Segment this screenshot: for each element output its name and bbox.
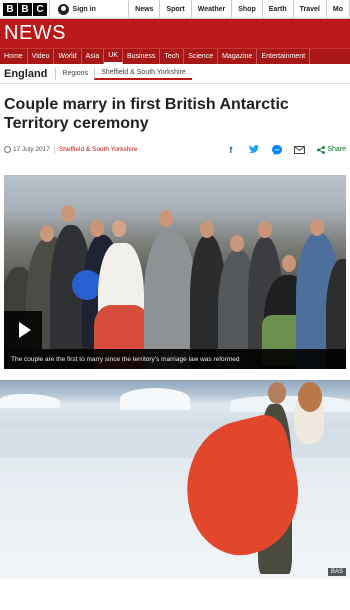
- section-science[interactable]: Science: [184, 49, 219, 64]
- topnav-earth[interactable]: Earth: [263, 0, 294, 18]
- article-region-link[interactable]: Sheffield & South Yorkshire: [59, 146, 138, 153]
- clock-icon: [4, 146, 11, 153]
- photo-credit: BAS: [327, 568, 346, 576]
- section-business[interactable]: Business: [123, 49, 161, 64]
- messenger-icon[interactable]: [271, 144, 282, 155]
- iceberg: [230, 396, 350, 412]
- share-label: Share: [327, 146, 346, 153]
- region-link-sheffield[interactable]: Sheffield & South Yorkshire: [94, 67, 192, 80]
- person-head: [112, 220, 126, 237]
- topnav-weather[interactable]: Weather: [192, 0, 233, 18]
- share-button[interactable]: Share: [317, 145, 346, 154]
- person-head: [159, 210, 173, 227]
- person-head: [40, 225, 54, 242]
- person-head: [230, 235, 244, 252]
- share-tools: f Share: [225, 144, 346, 155]
- top-nav: News Sport Weather Shop Earth Travel Mo: [129, 0, 350, 18]
- facebook-icon[interactable]: f: [225, 144, 236, 155]
- section-nav: Home Video World Asia UK Business Tech S…: [0, 48, 350, 64]
- news-masthead: NEWS: [0, 19, 350, 48]
- iceberg: [120, 388, 190, 410]
- article-meta: 17 July 2017 Sheffield & South Yorkshire…: [0, 133, 350, 155]
- bbc-logo[interactable]: B B C: [0, 0, 49, 18]
- twitter-icon[interactable]: [248, 144, 259, 155]
- email-icon[interactable]: [294, 144, 306, 155]
- person-head: [90, 220, 104, 237]
- video-caption: The couple are the first to marry since …: [4, 349, 346, 369]
- global-navigation: B B C Sign in News Sport Weather Shop Ea…: [0, 0, 350, 19]
- region-title[interactable]: England: [4, 68, 47, 80]
- section-uk[interactable]: UK: [104, 49, 123, 64]
- person-head: [61, 205, 75, 222]
- signin-link[interactable]: Sign in: [48, 0, 130, 18]
- bbc-logo-letter: B: [18, 2, 32, 16]
- play-button[interactable]: [4, 311, 42, 349]
- article-date: 17 July 2017: [13, 146, 50, 153]
- bbc-logo-letter: B: [3, 2, 17, 16]
- section-asia[interactable]: Asia: [82, 49, 105, 64]
- section-home[interactable]: Home: [0, 49, 28, 64]
- topnav-travel[interactable]: Travel: [294, 0, 327, 18]
- article-photo: BAS: [0, 380, 350, 579]
- person-head: [200, 221, 214, 238]
- video-player[interactable]: The couple are the first to marry since …: [4, 175, 346, 369]
- iceberg: [0, 394, 60, 408]
- groom-head: [268, 382, 286, 404]
- article-headline: Couple marry in first British Antarctic …: [4, 96, 289, 132]
- topnav-sport[interactable]: Sport: [160, 0, 192, 18]
- section-video[interactable]: Video: [28, 49, 55, 64]
- person-head: [310, 219, 324, 236]
- section-tech[interactable]: Tech: [160, 49, 185, 64]
- topnav-shop[interactable]: Shop: [232, 0, 263, 18]
- section-entertainment[interactable]: Entertainment: [257, 49, 311, 64]
- bride-hair: [298, 382, 322, 412]
- person-head: [282, 255, 296, 272]
- region-nav: England Regions Sheffield & South Yorksh…: [0, 64, 350, 84]
- topnav-news[interactable]: News: [129, 0, 161, 18]
- topnav-more[interactable]: Mo: [327, 0, 350, 18]
- region-link-regions[interactable]: Regions: [55, 67, 94, 80]
- play-icon: [18, 322, 31, 338]
- signin-label: Sign in: [72, 5, 96, 13]
- share-icon: [317, 145, 326, 154]
- section-world[interactable]: World: [54, 49, 82, 64]
- person-head: [258, 221, 272, 238]
- news-logo[interactable]: NEWS: [4, 22, 66, 45]
- bbc-logo-letter: C: [33, 2, 47, 16]
- user-icon: [57, 3, 69, 15]
- meta-divider: [53, 145, 55, 154]
- section-magazine[interactable]: Magazine: [218, 49, 258, 64]
- video-caption-text: The couple are the first to marry since …: [11, 355, 240, 363]
